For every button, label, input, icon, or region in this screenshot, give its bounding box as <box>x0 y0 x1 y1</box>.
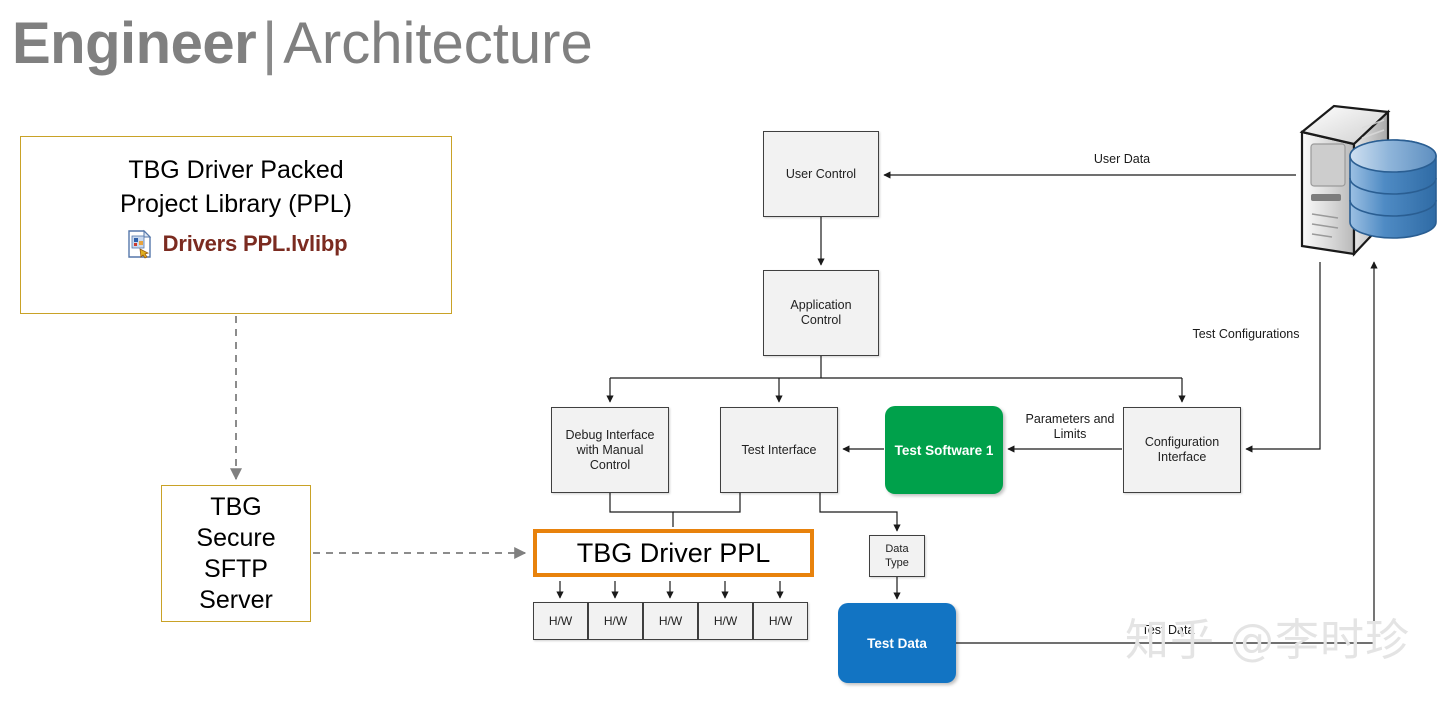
hardware-box[interactable]: H/W <box>643 602 698 640</box>
test-interface-node[interactable]: Test Interface <box>720 407 838 493</box>
tbg-driver-ppl-box[interactable]: TBG Driver PPL <box>533 529 814 577</box>
page-title: Engineer | Architecture <box>12 8 593 80</box>
ppl-file-row[interactable]: Drivers PPL.lvlibp <box>125 229 348 259</box>
configuration-interface-node[interactable]: Configuration Interface <box>1123 407 1241 493</box>
test-data-node[interactable]: Test Data <box>838 603 956 683</box>
user-control-node[interactable]: User Control <box>763 131 879 217</box>
ppl-library-box: TBG Driver Packed Project Library (PPL) … <box>20 136 452 314</box>
page-title-light: Architecture <box>283 11 593 76</box>
server-database-icon <box>1299 104 1437 257</box>
sftp-server-box: TBG Secure SFTP Server <box>161 485 311 622</box>
ppl-file-name: Drivers PPL.lvlibp <box>162 231 348 256</box>
zhihu-watermark: 知乎 @李时珍 <box>1125 615 1410 666</box>
edge-label-test-configurations: Test Configurations <box>1192 327 1300 341</box>
hardware-box[interactable]: H/W <box>588 602 643 640</box>
hardware-box[interactable]: H/W <box>698 602 753 640</box>
page-title-strong: Engineer <box>12 11 257 76</box>
ppl-library-title: TBG Driver Packed Project Library (PPL) <box>119 156 353 218</box>
test-software-node[interactable]: Test Software 1 <box>885 406 1003 494</box>
hardware-box[interactable]: H/W <box>753 602 808 640</box>
diagram-canvas: Engineer | Architecture TBG Driver Packe… <box>0 0 1446 703</box>
hardware-box[interactable]: H/W <box>533 602 588 640</box>
labview-library-file-icon <box>127 229 151 259</box>
edge-label-parameters-and-limits: Parameters and Limits <box>1025 412 1115 441</box>
application-control-node[interactable]: Application Control <box>763 270 879 356</box>
debug-interface-node[interactable]: Debug Interface with Manual Control <box>551 407 669 493</box>
page-title-separator: | <box>262 11 278 76</box>
edge-label-user-data: User Data <box>1093 152 1151 166</box>
data-type-node[interactable]: Data Type <box>869 535 925 577</box>
